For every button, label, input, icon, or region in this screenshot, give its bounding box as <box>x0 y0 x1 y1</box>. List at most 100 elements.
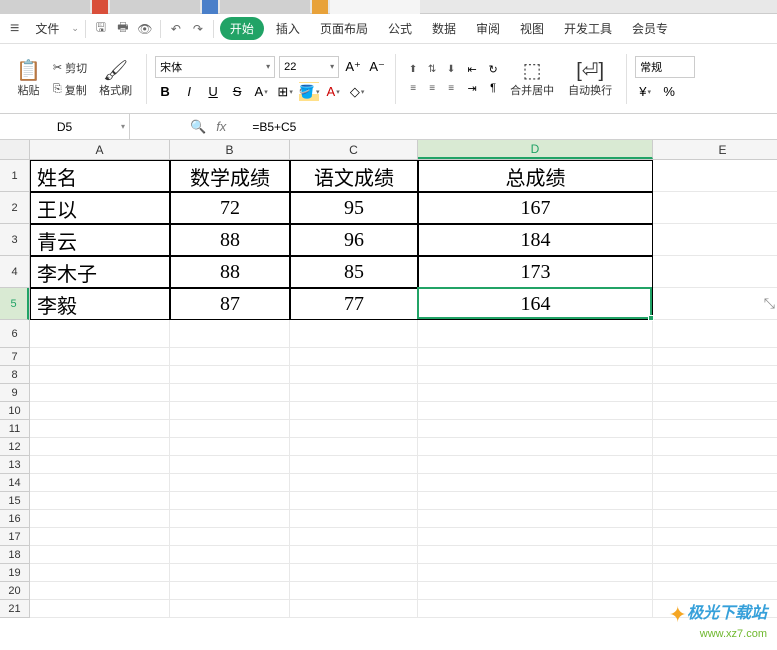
row-header-20[interactable]: 20 <box>0 582 29 600</box>
row-header-5[interactable]: 5 <box>0 288 29 320</box>
redo-icon[interactable]: ↷ <box>189 20 207 38</box>
window-tab[interactable] <box>0 0 90 14</box>
paste-button[interactable]: 📋 粘贴 <box>10 58 47 100</box>
increase-font-icon[interactable]: A⁺ <box>343 57 363 77</box>
cell[interactable] <box>418 582 653 600</box>
cell[interactable] <box>290 366 418 384</box>
cell[interactable] <box>170 600 290 618</box>
window-tab-blue-icon[interactable] <box>202 0 218 14</box>
print-icon[interactable]: 🖶 <box>114 20 132 38</box>
cell[interactable] <box>30 582 170 600</box>
data-cell[interactable]: 语文成绩 <box>290 160 418 192</box>
data-cell[interactable]: 李木子 <box>30 256 170 288</box>
window-tab-red-icon[interactable] <box>92 0 108 14</box>
cell[interactable] <box>30 320 170 348</box>
data-cell[interactable]: 姓名 <box>30 160 170 192</box>
cell[interactable] <box>418 384 653 402</box>
cell[interactable] <box>30 402 170 420</box>
cell[interactable] <box>418 600 653 618</box>
data-cell[interactable]: 184 <box>418 224 653 256</box>
cell[interactable] <box>30 564 170 582</box>
fx-icon[interactable]: fx <box>216 119 226 134</box>
cell[interactable] <box>30 474 170 492</box>
cell[interactable] <box>653 420 777 438</box>
menu-file[interactable]: 文件 <box>27 16 67 41</box>
data-cell[interactable]: 77 <box>290 288 418 320</box>
cell[interactable] <box>418 348 653 366</box>
zoom-icon[interactable]: 🔍 <box>190 119 206 135</box>
cell[interactable] <box>290 546 418 564</box>
row-header-8[interactable]: 8 <box>0 366 29 384</box>
window-tab[interactable] <box>330 0 420 14</box>
data-cell[interactable]: 88 <box>170 256 290 288</box>
window-tab[interactable] <box>110 0 200 14</box>
cell[interactable] <box>290 510 418 528</box>
column-header-A[interactable]: A <box>30 140 170 159</box>
row-header-7[interactable]: 7 <box>0 348 29 366</box>
data-cell[interactable]: 数学成绩 <box>170 160 290 192</box>
cell[interactable] <box>653 348 777 366</box>
cell[interactable] <box>290 456 418 474</box>
align-middle-icon[interactable]: ⇅ <box>423 60 441 78</box>
cell[interactable] <box>418 438 653 456</box>
cell[interactable] <box>170 492 290 510</box>
cell[interactable] <box>290 474 418 492</box>
tab-developer[interactable]: 开发工具 <box>556 16 620 41</box>
cell[interactable] <box>653 582 777 600</box>
cell[interactable] <box>290 600 418 618</box>
cell[interactable] <box>170 564 290 582</box>
data-cell[interactable]: 87 <box>170 288 290 320</box>
cell[interactable] <box>30 456 170 474</box>
save-icon[interactable]: 🖫 <box>92 20 110 38</box>
data-cell[interactable]: 总成绩 <box>418 160 653 192</box>
row-header-3[interactable]: 3 <box>0 224 29 256</box>
increase-indent-icon[interactable]: ⇥ <box>463 79 481 97</box>
column-header-C[interactable]: C <box>290 140 418 159</box>
spreadsheet-grid[interactable]: ABCDE 123456789101112131415161718192021 … <box>0 140 777 650</box>
tab-view[interactable]: 视图 <box>512 16 552 41</box>
cell[interactable] <box>170 384 290 402</box>
cell[interactable] <box>290 564 418 582</box>
tab-insert[interactable]: 插入 <box>268 16 308 41</box>
cut-button[interactable]: ✂剪切 <box>49 58 91 78</box>
cell[interactable] <box>290 320 418 348</box>
cell[interactable] <box>418 366 653 384</box>
row-header-6[interactable]: 6 <box>0 320 29 348</box>
cell[interactable] <box>653 402 777 420</box>
align-center-icon[interactable]: ≡ <box>423 79 441 97</box>
cell[interactable] <box>653 492 777 510</box>
row-header-2[interactable]: 2 <box>0 192 29 224</box>
data-cell[interactable]: 88 <box>170 224 290 256</box>
tab-member[interactable]: 会员专 <box>624 16 676 41</box>
currency-button[interactable]: ¥ <box>635 82 655 102</box>
copy-button[interactable]: ⎘复制 <box>49 80 91 100</box>
cell[interactable] <box>170 582 290 600</box>
align-bottom-icon[interactable]: ⬇ <box>442 60 460 78</box>
name-box-input[interactable] <box>0 120 129 134</box>
cell[interactable] <box>653 256 777 288</box>
row-header-14[interactable]: 14 <box>0 474 29 492</box>
row-header-9[interactable]: 9 <box>0 384 29 402</box>
row-header-13[interactable]: 13 <box>0 456 29 474</box>
column-header-D[interactable]: D <box>418 140 653 159</box>
data-cell[interactable]: 95 <box>290 192 418 224</box>
cell[interactable] <box>653 384 777 402</box>
cell[interactable] <box>30 600 170 618</box>
cell[interactable] <box>418 510 653 528</box>
text-effect-button[interactable]: A <box>251 82 271 102</box>
data-cell[interactable]: 青云 <box>30 224 170 256</box>
cell[interactable] <box>170 438 290 456</box>
cell[interactable] <box>290 420 418 438</box>
cell[interactable] <box>30 492 170 510</box>
cell[interactable] <box>653 160 777 192</box>
row-header-12[interactable]: 12 <box>0 438 29 456</box>
cell[interactable] <box>653 224 777 256</box>
cell[interactable] <box>418 420 653 438</box>
underline-button[interactable]: U <box>203 82 223 102</box>
data-cell[interactable]: 王以 <box>30 192 170 224</box>
row-header-19[interactable]: 19 <box>0 564 29 582</box>
cell[interactable] <box>170 366 290 384</box>
data-cell[interactable]: 167 <box>418 192 653 224</box>
decrease-indent-icon[interactable]: ⇤ <box>463 60 481 78</box>
cell[interactable] <box>653 192 777 224</box>
